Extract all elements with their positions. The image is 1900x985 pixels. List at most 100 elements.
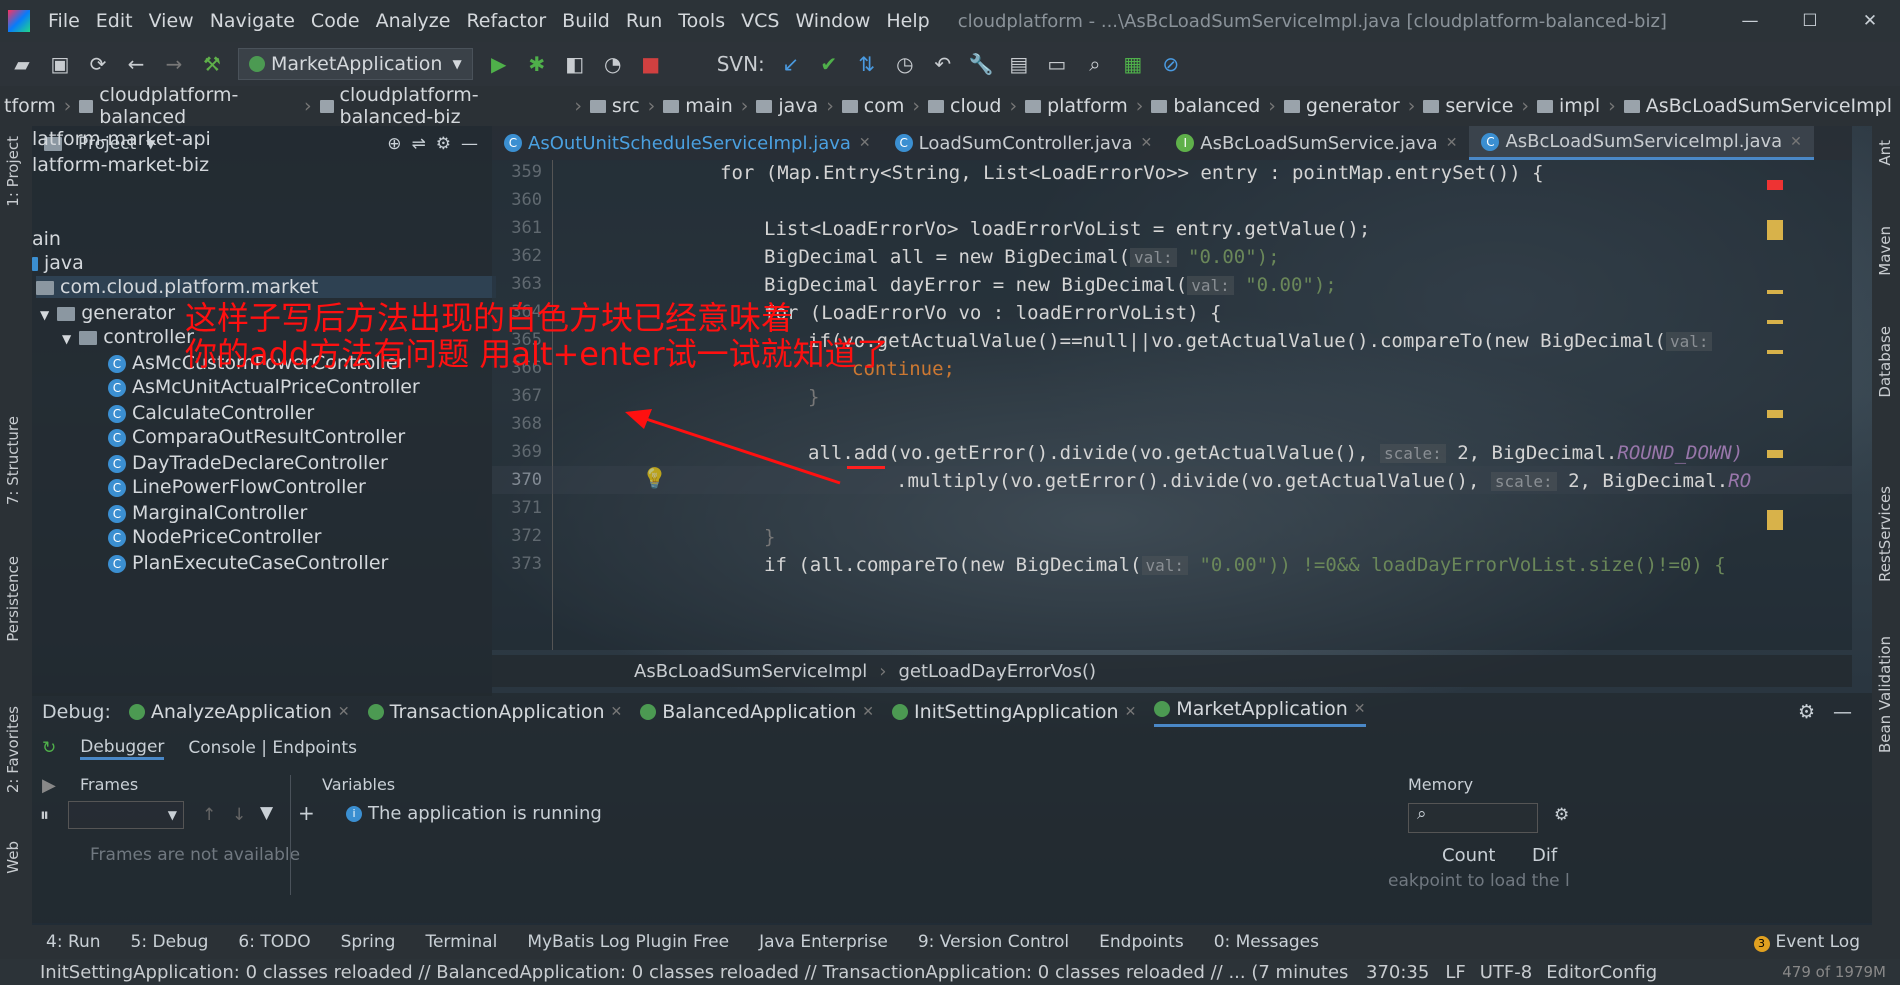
minimize-icon[interactable]: —	[1720, 11, 1780, 31]
menu-edit[interactable]: Edit	[96, 10, 133, 32]
debug-bug-icon[interactable]: ✱	[525, 52, 549, 76]
tree-item[interactable]: ▼ generator	[40, 302, 175, 324]
tool-structure[interactable]: 7: Structure	[4, 416, 22, 505]
project-structure-icon[interactable]: ▤	[1007, 52, 1031, 76]
tool-terminal[interactable]: Terminal	[425, 932, 497, 952]
file-encoding[interactable]: UTF-8	[1480, 962, 1532, 983]
tab-asbcloadsumservice[interactable]: I AsBcLoadSumService.java ✕	[1164, 126, 1469, 160]
activity-monitor-icon[interactable]: ▦	[1121, 52, 1145, 76]
tool-favorites[interactable]: 2: Favorites	[4, 706, 22, 793]
crumb-asbcloadsumserviceimpl[interactable]: AsBcLoadSumServiceImpl	[1623, 95, 1892, 117]
forward-icon[interactable]: →	[162, 52, 186, 76]
tool-messages[interactable]: 0: Messages	[1214, 932, 1319, 952]
revert-icon[interactable]: ↶	[931, 52, 955, 76]
close-tab-icon[interactable]: ✕	[1446, 135, 1458, 151]
pause-icon[interactable]: ⏸	[40, 805, 49, 826]
editorconfig[interactable]: EditorConfig	[1546, 962, 1657, 983]
maximize-icon[interactable]: ☐	[1780, 11, 1840, 31]
menu-navigate[interactable]: Navigate	[210, 10, 295, 32]
add-watch-icon[interactable]: +	[298, 801, 315, 825]
crumb-method[interactable]: getLoadDayErrorVos()	[898, 661, 1096, 682]
debug-tab-balanced[interactable]: BalancedApplication ✕	[640, 701, 874, 723]
tree-item[interactable]: C MarginalController	[108, 502, 307, 524]
tool-run[interactable]: 4: Run	[46, 932, 101, 952]
tree-item[interactable]: latform-market-biz	[32, 154, 209, 176]
down-arrow-icon[interactable]: ↓	[232, 805, 246, 825]
coverage-icon[interactable]: ◧	[563, 52, 587, 76]
tool-web[interactable]: Web	[4, 841, 22, 874]
crumb-cloudplatform-balanced-biz[interactable]: cloudplatform-balanced-biz ›	[319, 84, 582, 128]
debug-tab-transaction[interactable]: TransactionApplication ✕	[367, 701, 622, 723]
crumb-src[interactable]: src ›	[589, 95, 655, 117]
build-hammer-icon[interactable]: ⚒	[200, 52, 224, 76]
tab-console[interactable]: Console | Endpoints	[188, 738, 357, 758]
tree-item[interactable]: C NodePriceController	[108, 526, 321, 548]
thread-select[interactable]: ▼	[68, 801, 184, 829]
close-tab-icon[interactable]: ✕	[1354, 701, 1366, 717]
menu-vcs[interactable]: VCS	[741, 10, 779, 32]
close-tab-icon[interactable]: ✕	[862, 704, 874, 720]
tool-debug[interactable]: 5: Debug	[131, 932, 209, 952]
filter-icon[interactable]: ▼	[260, 803, 273, 823]
line-separator[interactable]: LF	[1445, 962, 1465, 983]
menu-window[interactable]: Window	[795, 10, 870, 32]
menu-file[interactable]: File	[48, 10, 80, 32]
tool-database[interactable]: Database	[1876, 326, 1894, 398]
run-config-select[interactable]: MarketApplication ▼	[238, 48, 473, 80]
tool-java-enterprise[interactable]: Java Enterprise	[759, 932, 888, 952]
stop-icon[interactable]: ■	[639, 52, 663, 76]
tree-item-selected[interactable]: com.cloud.platform.market	[36, 276, 496, 298]
tool-endpoints[interactable]: Endpoints	[1099, 932, 1184, 952]
search-icon[interactable]: ⌕	[1083, 52, 1107, 76]
tab-asbcloadsumserviceimpl[interactable]: C AsBcLoadSumServiceImpl.java ✕	[1469, 126, 1814, 160]
terminal-icon[interactable]: ▭	[1045, 52, 1069, 76]
crumb-main[interactable]: main ›	[663, 95, 748, 117]
svn-commit-icon[interactable]: ✔	[817, 52, 841, 76]
crumb-balanced[interactable]: balanced ›	[1151, 95, 1276, 117]
no-entry-icon[interactable]: ⊘	[1159, 52, 1183, 76]
count-column-header[interactable]: Count	[1442, 845, 1495, 866]
crumb-class[interactable]: AsBcLoadSumServiceImpl	[634, 661, 867, 682]
menu-run[interactable]: Run	[626, 10, 662, 32]
tab-asoutunitscheduleserviceimpl[interactable]: C AsOutUnitScheduleServiceImpl.java ✕	[492, 126, 883, 160]
tab-loadsumcontroller[interactable]: C LoadSumController.java ✕	[883, 126, 1165, 160]
crumb-tform[interactable]: tform ›	[4, 95, 71, 117]
tree-item[interactable]: latform-market-api	[32, 128, 211, 150]
menu-view[interactable]: View	[149, 10, 194, 32]
close-tab-icon[interactable]: ✕	[1790, 134, 1802, 150]
debug-tab-initsetting[interactable]: InitSettingApplication ✕	[891, 701, 1137, 723]
menu-tools[interactable]: Tools	[678, 10, 725, 32]
tree-item[interactable]: C AsMcUnitActualPriceController	[108, 376, 420, 398]
crumb-generator[interactable]: generator ›	[1283, 95, 1415, 117]
crumb-java[interactable]: java ›	[756, 95, 834, 117]
status-message[interactable]: InitSettingApplication: 0 classes reload…	[40, 962, 1350, 983]
tool-maven[interactable]: Maven	[1876, 226, 1894, 276]
crumb-service[interactable]: service ›	[1423, 95, 1529, 117]
gear-icon[interactable]: ⚙	[1554, 805, 1569, 825]
locate-icon[interactable]: ⊕	[387, 134, 401, 154]
error-stripe[interactable]	[1767, 180, 1783, 560]
svn-update-icon[interactable]: ↙	[779, 52, 803, 76]
tool-event-log[interactable]: 3 Event Log	[1753, 932, 1860, 952]
menu-build[interactable]: Build	[562, 10, 610, 32]
history-icon[interactable]: ◷	[893, 52, 917, 76]
tool-project[interactable]: 1: Project	[4, 136, 22, 207]
save-icon[interactable]: ▣	[48, 52, 72, 76]
crumb-impl[interactable]: impl ›	[1537, 95, 1616, 117]
close-tab-icon[interactable]: ✕	[338, 704, 350, 720]
close-tab-icon[interactable]: ✕	[1125, 704, 1137, 720]
memory-indicator[interactable]: 479 of 1979M	[1782, 963, 1886, 981]
up-arrow-icon[interactable]: ↑	[202, 805, 216, 825]
svn-compare-icon[interactable]: ⇅	[855, 52, 879, 76]
settings-wrench-icon[interactable]: 🔧	[969, 52, 994, 76]
tool-restservices[interactable]: RestServices	[1876, 486, 1894, 582]
close-tab-icon[interactable]: ✕	[859, 135, 871, 151]
open-folder-icon[interactable]: ▰	[10, 52, 34, 76]
tool-bean-validation[interactable]: Bean Validation	[1876, 636, 1894, 753]
close-tab-icon[interactable]: ✕	[1141, 135, 1153, 151]
menu-refactor[interactable]: Refactor	[466, 10, 546, 32]
tree-item[interactable]: ▼ controller	[62, 326, 194, 348]
tool-persistence[interactable]: Persistence	[4, 556, 22, 642]
tool-mybatis-log[interactable]: MyBatis Log Plugin Free	[527, 932, 729, 952]
back-icon[interactable]: ←	[124, 52, 148, 76]
